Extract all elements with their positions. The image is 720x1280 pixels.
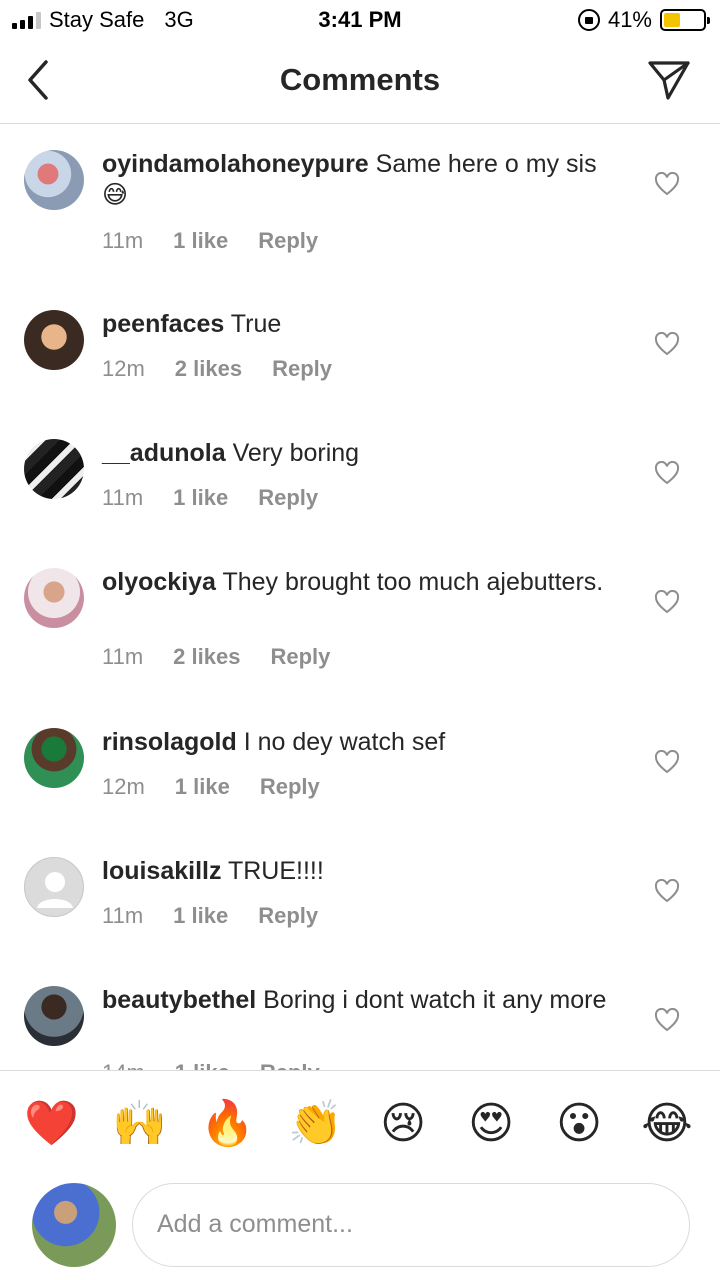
comment-meta: 14m 1 like Reply — [102, 1060, 320, 1070]
comment-message: Very boring — [232, 439, 360, 467]
rotation-lock-icon — [577, 9, 600, 31]
comment-time: 11m — [102, 485, 144, 510]
reply-button[interactable]: Reply — [270, 644, 330, 670]
page-title: Comments — [279, 62, 441, 97]
reply-button[interactable]: Reply — [258, 228, 318, 254]
comment-text: peenfaces True — [102, 309, 622, 340]
comment-likes[interactable]: 1 like — [175, 774, 230, 800]
heart-icon[interactable] — [654, 879, 680, 903]
avatar[interactable] — [24, 728, 84, 788]
comment-message: TRUE!!!! — [227, 857, 324, 885]
heart-icon[interactable] — [654, 590, 680, 614]
add-comment-input[interactable]: Add a comment... — [132, 1183, 690, 1267]
comment-time: 11m — [102, 644, 144, 669]
reply-button[interactable]: Reply — [272, 356, 332, 382]
avatar[interactable] — [24, 310, 84, 370]
comment-likes[interactable]: 1 like — [173, 228, 228, 254]
comments-list[interactable]: oyindamolahoneypure Same here o my sis 😅… — [0, 124, 720, 1070]
surprised-face-emoji[interactable]: 😮 — [552, 1097, 606, 1151]
battery-icon — [660, 9, 710, 31]
comment-meta: 11m 1 like Reply — [102, 485, 318, 511]
comment-message: I no dey watch sef — [243, 728, 446, 756]
comment-likes[interactable]: 2 likes — [173, 644, 240, 670]
battery-percent: 41% — [607, 7, 652, 32]
comment-message: True — [230, 310, 282, 338]
comment-likes[interactable]: 2 likes — [175, 356, 242, 382]
fire-emoji[interactable]: 🔥 — [200, 1097, 255, 1151]
comment-meta: 11m 1 like Reply — [102, 903, 318, 929]
raising-hands-emoji[interactable]: 🙌 — [112, 1097, 167, 1151]
status-right: 41% — [577, 7, 710, 33]
comment-text: __adunola Very boring — [102, 438, 622, 469]
comment-username[interactable]: peenfaces — [102, 310, 224, 338]
comment-message: They brought too much ajebutters. — [222, 568, 604, 596]
quick-reactions: ❤️ 🙌 🔥 👏 😢 😍 😮 😂 — [0, 1097, 720, 1153]
comment-time: 12m — [102, 356, 145, 381]
my-avatar[interactable] — [32, 1183, 116, 1267]
comment-meta: 11m 1 like Reply — [102, 228, 318, 254]
heart-icon[interactable] — [654, 1008, 680, 1032]
comment-likes[interactable]: 1 like — [173, 485, 228, 511]
comment-text: olyockiya They brought too much ajebutte… — [102, 567, 622, 598]
reply-button[interactable]: Reply — [260, 774, 320, 800]
comment-time: 14m — [102, 1060, 145, 1070]
heart-eyes-emoji[interactable]: 😍 — [464, 1097, 518, 1151]
reply-button[interactable]: Reply — [258, 485, 318, 511]
comment-text: beautybethel Boring i dont watch it any … — [102, 985, 622, 1016]
comment-likes[interactable]: 1 like — [173, 903, 228, 929]
reply-button[interactable]: Reply — [258, 903, 318, 929]
comment-text: oyindamolahoneypure Same here o my sis 😅 — [102, 149, 622, 211]
avatar[interactable] — [24, 568, 84, 628]
comment-text: rinsolagold I no dey watch sef — [102, 727, 622, 758]
comment-username[interactable]: beautybethel — [102, 986, 256, 1014]
reply-button[interactable]: Reply — [260, 1060, 320, 1070]
comment-username[interactable]: louisakillz — [102, 857, 221, 885]
comment-text: louisakillz TRUE!!!! — [102, 856, 622, 887]
comments-header: Comments — [0, 40, 720, 124]
clapping-hands-emoji[interactable]: 👏 — [288, 1097, 343, 1151]
heart-icon[interactable] — [654, 461, 680, 485]
comment-username[interactable]: __adunola — [102, 439, 226, 467]
comment-likes[interactable]: 1 like — [175, 1060, 230, 1070]
status-bar: Stay Safe 3G 3:41 PM 41% — [0, 0, 720, 40]
default-avatar-icon — [37, 872, 73, 908]
comment-message: Boring i dont watch it any more — [263, 986, 607, 1014]
comment-time: 12m — [102, 774, 145, 799]
comment-composer: ❤️ 🙌 🔥 👏 😢 😍 😮 😂 Add a comment... — [0, 1070, 720, 1280]
comment-time: 11m — [102, 903, 144, 928]
crying-face-emoji[interactable]: 😢 — [376, 1097, 430, 1151]
comment-meta: 12m 1 like Reply — [102, 774, 320, 800]
sweat-smile-emoji: 😅 — [102, 181, 129, 209]
comment-username[interactable]: rinsolagold — [102, 728, 237, 756]
heart-icon[interactable] — [654, 172, 680, 196]
comment-username[interactable]: oyindamolahoneypure — [102, 150, 369, 178]
avatar[interactable] — [24, 150, 84, 210]
paper-plane-icon[interactable] — [646, 58, 692, 102]
red-heart-emoji[interactable]: ❤️ — [24, 1097, 79, 1151]
avatar[interactable] — [24, 986, 84, 1046]
heart-icon[interactable] — [654, 332, 680, 356]
comment-meta: 12m 2 likes Reply — [102, 356, 332, 382]
heart-icon[interactable] — [654, 750, 680, 774]
comment-message: Same here o my sis — [375, 150, 597, 178]
comment-meta: 11m 2 likes Reply — [102, 644, 330, 670]
comment-username[interactable]: olyockiya — [102, 568, 216, 596]
comment-time: 11m — [102, 228, 144, 253]
tears-of-joy-emoji[interactable]: 😂 — [640, 1097, 694, 1151]
avatar[interactable] — [24, 439, 84, 499]
avatar[interactable] — [24, 857, 84, 917]
